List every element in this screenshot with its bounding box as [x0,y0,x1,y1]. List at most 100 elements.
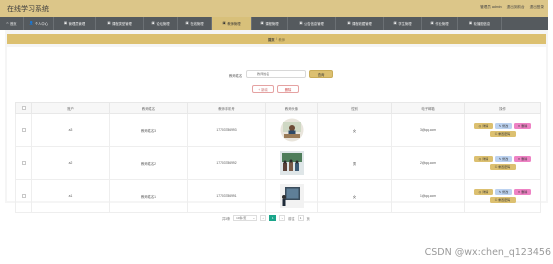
cell-avatar [265,179,318,213]
nav-item-7[interactable]: ▣ 课程管理 [252,17,288,30]
search-input[interactable] [246,70,306,78]
cell-ops: ◎ 详情 ✎ 修改 ✕ 删除 ⚿ 重置密码 [464,113,541,147]
detail-button[interactable]: ◎ 详情 [474,156,493,162]
cell-name: 教师姓名2 [109,146,188,180]
row-checkbox[interactable] [21,193,26,198]
delete-button[interactable]: ✕ 删除 [514,123,531,129]
cell-gender: 男 [317,146,392,180]
edit-button[interactable]: ✎ 修改 [495,156,512,162]
app-title: 在线学习系统 [7,6,49,13]
breadcrumb-current: 教师 [278,37,286,42]
delete-button[interactable]: ✕ 删除 [514,156,531,162]
user-icon: 👤 [28,20,34,25]
reset-password-button[interactable]: ⚿ 重置密码 [489,131,516,137]
nav-item-6[interactable]: ▣ 教师管理 [212,17,252,30]
csdn-watermark: CSDN @wx:chen_q123456 [424,247,551,258]
nav-item-label: 作业管理 [435,22,449,26]
info-icon: ◎ [478,190,482,194]
search-button[interactable]: 查询 [309,70,333,78]
delete-label: 删除 [521,124,528,128]
next-page-button[interactable]: › [279,215,286,221]
nav-item-1[interactable]: 👤 个人中心 [24,17,54,30]
select-all-checkbox[interactable] [21,105,26,110]
course-icon: ▣ [260,20,264,25]
nav-item-label: 轮播图信息 [473,22,491,26]
table-row[interactable]: a2 教师姓名2 17703786992 男 2@qq.com ◎ 详情 ✎ 修改 ✕ 删除 ⚿ 重置密… [15,146,541,180]
nav-item-12[interactable]: ▣ 轮播图信息 [458,17,502,30]
page-size-select[interactable]: 10条/页 ⌄ [233,215,258,221]
edit-button[interactable]: ✎ 修改 [495,189,512,195]
edit-button[interactable]: ✎ 修改 [495,123,512,129]
column-header-account[interactable]: 账户 [31,102,110,114]
goto-label: 前往 [288,216,295,221]
content-area: 教师姓名 查询 + 新增 删除 账户 教师姓名 教师手机号 教师头像 性别 电子… [7,47,546,221]
nav-item-4[interactable]: ▣ 论坛管理 [144,17,178,30]
table-row[interactable]: a1 教师姓名1 17703786991 女 1@qq.com ◎ 详情 ✎ 修改 ✕ 删除 ⚿ 重置密… [15,179,541,213]
nav-item-2[interactable]: ▣ 管理员管理 [54,17,96,30]
nav-item-8[interactable]: ▣ 公告信息管理 [288,17,336,30]
nav-item-5[interactable]: ▣ 在线管理 [178,17,212,30]
cell-name: 教师姓名3 [109,113,188,147]
info-icon: ◎ [478,124,482,128]
cell-gender: 女 [317,113,392,147]
column-header-name[interactable]: 教师姓名 [109,102,188,114]
detail-button[interactable]: ◎ 详情 [474,189,493,195]
nav-item-9[interactable]: ▣ 课程收藏管理 [336,17,384,30]
edit-label: 修改 [502,157,509,161]
back-to-frontend-link[interactable]: 退出到前台 [507,5,525,10]
detail-label: 详情 [482,157,489,161]
reset-label: 重置密码 [498,132,511,136]
prev-page-button[interactable]: ‹ [260,215,267,221]
detail-button[interactable]: ◎ 详情 [474,123,493,129]
teacher-icon: ▣ [222,20,226,25]
cell-ops: ◎ 详情 ✎ 修改 ✕ 删除 ⚿ 重置密码 [464,179,541,213]
nav-item-label: 学生管理 [398,22,412,26]
reset-label: 重置密码 [498,198,511,202]
row-select-cell[interactable] [15,146,32,180]
reset-password-button[interactable]: ⚿ 重置密码 [489,164,516,170]
goto-page-input[interactable]: 1 [297,215,304,221]
nav-item-11[interactable]: ▣ 作业管理 [422,17,458,30]
pagination-total: 共3条 [222,216,231,221]
column-header-ops: 操作 [464,102,541,114]
favorite-icon: ▣ [347,20,351,25]
breadcrumb-separator: / [276,37,277,41]
breadcrumb-home[interactable]: 首页 [268,37,275,42]
teacher-avatar [280,118,304,142]
column-header-phone[interactable]: 教师手机号 [187,102,266,114]
home-icon: ⌂ [6,20,9,25]
nav-item-0[interactable]: ⌂ 首页 [0,17,24,30]
nav-item-label: 课程收藏管理 [352,22,372,26]
row-select-cell[interactable] [15,179,32,213]
row-checkbox[interactable] [21,160,26,165]
forum-icon: ▣ [151,20,155,25]
nav-item-label: 论坛管理 [156,22,170,26]
row-actions: ◎ 详情 ✎ 修改 ✕ 删除 ⚿ 重置密码 [473,156,533,170]
key-icon: ⚿ [494,198,498,202]
column-header-gender[interactable]: 性别 [317,102,392,114]
edit-label: 修改 [502,124,509,128]
add-button[interactable]: + 新增 [252,85,274,93]
table-row[interactable]: a3 教师姓名3 17703786993 女 3@qq.com ◎ 详情 ✎ 修改 ✕ 删除 ⚿ 重置密… [15,113,541,147]
logout-link[interactable]: 退出登录 [530,5,544,10]
edit-icon: ✎ [498,124,502,128]
online-icon: ▣ [185,20,189,25]
admin-icon: ▣ [63,20,68,25]
column-header-email[interactable]: 电子邮箱 [391,102,465,114]
header-links: 管理员 admin 退出到前台 退出登录 [480,5,544,10]
reset-password-button[interactable]: ⚿ 重置密码 [489,197,516,203]
delete-button[interactable]: ✕ 删除 [514,189,531,195]
teacher-avatar [279,151,304,175]
cell-avatar [265,146,318,180]
row-checkbox[interactable] [21,127,26,132]
batch-delete-button[interactable]: 删除 [277,85,299,93]
main-nav: ⌂ 首页 👤 个人中心 ▣ 管理员管理 ▣ 课程类型管理 ▣ 论坛管理 ▣ 在线管理 ▣ 教师管理 ▣ 课程管… [0,17,548,30]
select-all-cell[interactable] [15,102,32,114]
page-number-current[interactable]: 1 [269,215,277,221]
column-header-avatar: 教师头像 [265,102,318,114]
nav-item-10[interactable]: ▣ 学生管理 [384,17,422,30]
chevron-down-icon: ⌄ [252,216,256,220]
nav-item-3[interactable]: ▣ 课程类型管理 [96,17,144,30]
row-select-cell[interactable] [15,113,32,147]
nav-item-label: 课程类型管理 [112,22,132,26]
